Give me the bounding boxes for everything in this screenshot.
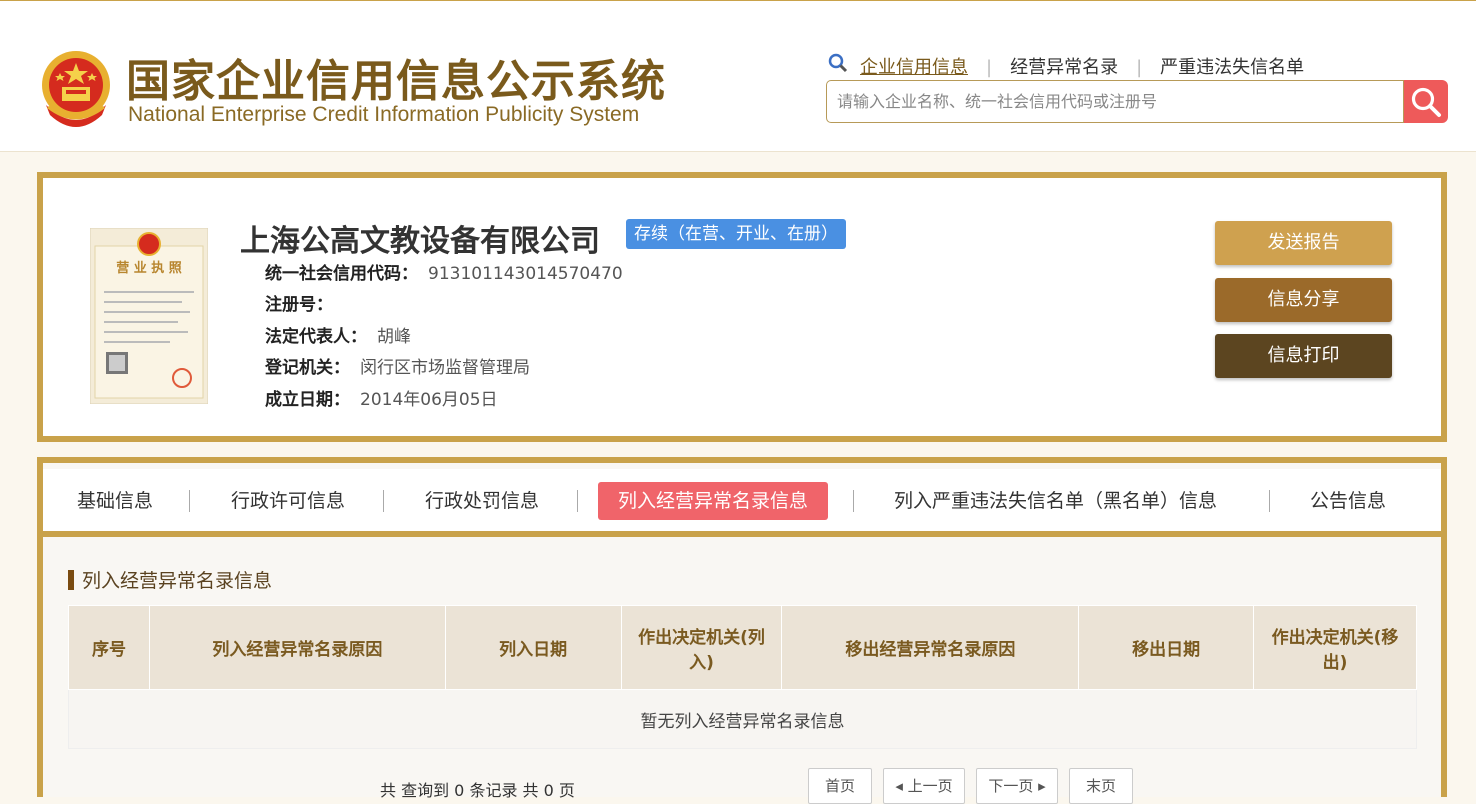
tab-blacklist[interactable]: 列入严重违法失信名单（黑名单）信息 <box>894 482 1217 520</box>
pager-summary: 共 查询到 0 条记录 共 0 页 <box>380 781 575 800</box>
search-button[interactable] <box>1404 80 1448 123</box>
search-input[interactable] <box>826 80 1404 123</box>
search-icon <box>1411 87 1441 117</box>
next-page-button[interactable]: 下一页 ▸ <box>976 768 1058 804</box>
field-value: 闵行区市场监督管理局 <box>360 358 530 378</box>
field-value: 913101143014570470 <box>428 264 623 284</box>
svg-text:营 业 执 照: 营 业 执 照 <box>116 260 182 276</box>
column-header: 列入日期 <box>444 605 622 690</box>
empty-message: 暂无列入经营异常名录信息 <box>68 689 1417 749</box>
status-badge: 存续（在营、开业、在册） <box>626 219 846 249</box>
table-header-row: 序号 列入经营异常名录原因 列入日期 作出决定机关(列入) 移出经营异常名录原因… <box>68 605 1417 690</box>
prev-page-button[interactable]: ◂ 上一页 <box>883 768 965 804</box>
chevron-right-icon: ▸ <box>1033 777 1046 795</box>
table-row: 暂无列入经营异常名录信息 <box>68 689 1417 749</box>
link-abnormal-list[interactable]: 经营异常名录 <box>1010 57 1118 78</box>
site-title-en: National Enterprise Credit Information P… <box>128 103 640 126</box>
field-credit-code: 统一社会信用代码： 913101143014570470 <box>265 259 623 284</box>
column-header: 序号 <box>68 605 150 690</box>
section-title-text: 列入经营异常名录信息 <box>82 570 273 592</box>
column-header: 作出决定机关(列入) <box>620 605 783 690</box>
section-title: 列入经营异常名录信息 <box>68 566 272 593</box>
site-header: 国家企业信用信息公示系统 National Enterprise Credit … <box>0 1 1476 152</box>
tab-separator <box>383 490 384 512</box>
tab-announcements[interactable]: 公告信息 <box>1310 482 1386 520</box>
field-label: 登记机关： <box>265 358 350 378</box>
top-nav-links: 企业信用信息 | 经营异常名录 | 严重违法失信名单 <box>860 53 1304 79</box>
tab-basic-info[interactable]: 基础信息 <box>77 482 153 520</box>
national-emblem-logo <box>42 51 110 127</box>
business-license-image: 营 业 执 照 <box>90 228 208 404</box>
site-title-cn: 国家企业信用信息公示系统 <box>126 56 666 107</box>
abnormal-list-table: 序号 列入经营异常名录原因 列入日期 作出决定机关(列入) 移出经营异常名录原因… <box>68 605 1417 749</box>
tab-abnormal-operation[interactable]: 列入经营异常名录信息 <box>598 482 829 520</box>
field-label: 统一社会信用代码： <box>265 264 418 284</box>
send-report-button[interactable]: 发送报告 <box>1215 221 1392 265</box>
column-header: 移出经营异常名录原因 <box>781 605 1080 690</box>
tab-separator <box>1269 490 1270 512</box>
print-info-button[interactable]: 信息打印 <box>1215 334 1392 378</box>
link-dishonest-list[interactable]: 严重违法失信名单 <box>1160 57 1304 78</box>
share-info-button[interactable]: 信息分享 <box>1215 278 1392 322</box>
prev-page-label: 上一页 <box>907 777 953 795</box>
section-title-marker <box>68 570 74 590</box>
tab-admin-penalty[interactable]: 行政处罚信息 <box>425 482 539 520</box>
link-separator: | <box>986 57 993 78</box>
link-separator: | <box>1136 57 1143 78</box>
field-established-date: 成立日期： 2014年06月05日 <box>265 385 498 410</box>
magnifier-icon <box>828 53 848 73</box>
tab-separator <box>853 490 854 512</box>
tab-separator <box>189 490 190 512</box>
field-reg-number: 注册号： <box>265 290 343 315</box>
field-label: 法定代表人： <box>265 327 367 347</box>
field-label: 注册号： <box>265 295 333 315</box>
first-page-button[interactable]: 首页 <box>808 768 872 804</box>
field-value: 胡峰 <box>377 327 411 347</box>
tab-separator <box>577 490 578 512</box>
last-page-button[interactable]: 末页 <box>1069 768 1133 804</box>
column-header: 移出日期 <box>1078 605 1255 690</box>
company-name: 上海公高文教设备有限公司 <box>240 224 600 259</box>
tab-underline <box>43 531 1441 537</box>
link-enterprise-credit[interactable]: 企业信用信息 <box>860 57 968 78</box>
field-registration-authority: 登记机关： 闵行区市场监督管理局 <box>265 353 530 378</box>
column-header: 列入经营异常名录原因 <box>148 605 446 690</box>
next-page-label: 下一页 <box>988 777 1034 795</box>
chevron-left-icon: ◂ <box>895 777 908 795</box>
field-value: 2014年06月05日 <box>360 390 498 410</box>
column-header: 作出决定机关(移出) <box>1253 605 1417 690</box>
field-label: 成立日期： <box>265 390 350 410</box>
tab-admin-license[interactable]: 行政许可信息 <box>231 482 345 520</box>
field-legal-rep: 法定代表人： 胡峰 <box>265 322 411 347</box>
